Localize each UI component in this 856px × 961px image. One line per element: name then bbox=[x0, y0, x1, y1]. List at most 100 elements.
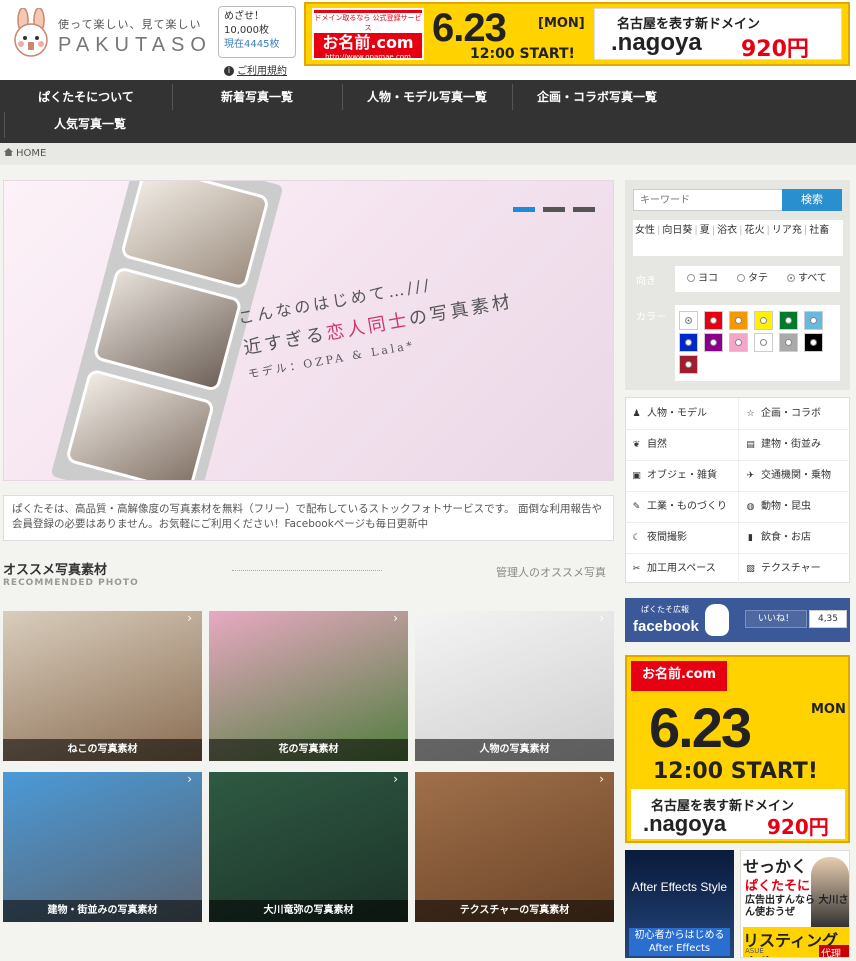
nav-item-people[interactable]: 人物・モデル写真一覧 bbox=[342, 82, 512, 112]
nav-item-about[interactable]: ぱくたそについて bbox=[0, 82, 172, 112]
tag-link[interactable]: 女性 bbox=[635, 225, 655, 236]
category-list: ♟ 人物・モデル ☆ 企画・コラボ ❦ 自然 ▤ 建物・街並み ▣ オブジェ・雑貨 ✈ 交通機関・乗物… bbox=[625, 397, 851, 584]
color-swatch[interactable] bbox=[679, 311, 698, 330]
category-item[interactable]: ▣ オブジェ・雑貨 bbox=[632, 460, 717, 491]
color-swatch[interactable] bbox=[679, 333, 698, 352]
photo-tile[interactable]: 大川竜弥の写真素材 › bbox=[209, 772, 408, 922]
home-icon bbox=[4, 148, 13, 156]
radio-icon bbox=[760, 317, 767, 324]
category-item[interactable]: ✎ 工業・ものづくり bbox=[632, 491, 727, 522]
color-swatch[interactable] bbox=[679, 355, 698, 374]
listing-ad-line2: ぱくたそに bbox=[745, 879, 811, 894]
tag-link[interactable]: 浴衣 bbox=[717, 225, 737, 236]
nav-item-popular[interactable]: 人気写真一覧 bbox=[4, 109, 176, 139]
search-input[interactable] bbox=[633, 189, 783, 211]
terms-link[interactable]: i ご利用規約 bbox=[224, 62, 287, 77]
radio-icon bbox=[810, 317, 817, 324]
breadcrumb-home[interactable]: HOME bbox=[16, 148, 46, 159]
listing-ad[interactable]: せっかく ぱくたそに 広告出すんなら 大川さん使おうぜ リスティング広告 ASU… bbox=[740, 850, 850, 958]
category-item[interactable]: ❦ 自然 bbox=[632, 429, 667, 460]
facebook-widget[interactable]: ぱくたそ広報 facebook いいね！ 4,35 bbox=[625, 598, 850, 642]
side-ad-start: 12:00 START! bbox=[653, 759, 818, 784]
chevron-right-icon: › bbox=[599, 611, 604, 625]
slider-dot[interactable] bbox=[543, 207, 565, 212]
category-item[interactable]: ✂ 加工用スペース bbox=[632, 553, 716, 584]
radio-icon bbox=[685, 361, 692, 368]
photo-tile[interactable]: ねこの写真素材 › bbox=[3, 611, 202, 761]
photo-tile[interactable]: 花の写真素材 › bbox=[209, 611, 408, 761]
breadcrumb: HOME bbox=[0, 143, 856, 165]
wrench-icon: ✎ bbox=[632, 502, 641, 512]
color-label: カラー bbox=[636, 312, 666, 323]
cup-icon: ▮ bbox=[748, 533, 753, 543]
ae-ad-sub2: After Effects bbox=[648, 943, 711, 954]
top-banner-ad[interactable]: ドメイン取るなら 公式登録サービス お名前.com http://www.ona… bbox=[304, 2, 850, 66]
category-divider bbox=[626, 491, 851, 492]
slider-dot[interactable] bbox=[513, 207, 535, 212]
side-ad-weekday: MON bbox=[811, 702, 846, 717]
tag-link[interactable]: 社畜 bbox=[809, 225, 829, 236]
ae-ad-title: After Effects Style bbox=[631, 880, 728, 894]
chevron-right-icon: › bbox=[599, 772, 604, 786]
orientation-option[interactable]: タテ bbox=[737, 266, 768, 292]
color-swatch[interactable] bbox=[729, 333, 748, 352]
nav-item-new[interactable]: 新着写真一覧 bbox=[172, 82, 342, 112]
nav-item-collab[interactable]: 企画・コラボ写真一覧 bbox=[512, 82, 682, 112]
side-ad-domain: .nagoya bbox=[643, 811, 727, 836]
category-item[interactable]: ▤ 建物・街並み bbox=[746, 429, 821, 460]
hero-slider[interactable]: こんなのはじめて…/// 近すぎる恋人同士の写真素材 モデル：OZPA & La… bbox=[3, 180, 614, 481]
tag-link[interactable]: 花火 bbox=[745, 225, 765, 236]
radio-icon bbox=[685, 339, 692, 346]
category-item[interactable]: ☆ 企画・コラボ bbox=[746, 398, 821, 429]
category-item[interactable]: ☾ 夜間撮影 bbox=[632, 522, 687, 553]
tag-link[interactable]: 夏 bbox=[700, 225, 710, 236]
category-item[interactable]: ◍ 動物・昆虫 bbox=[746, 491, 811, 522]
slider-dot[interactable] bbox=[573, 207, 595, 212]
orientation-option-label: すべて bbox=[798, 273, 827, 284]
orientation-option[interactable]: ヨコ bbox=[687, 266, 718, 292]
photo-tile[interactable]: テクスチャーの写真素材 › bbox=[415, 772, 614, 922]
category-item[interactable]: ▮ 飲食・お店 bbox=[746, 522, 811, 553]
color-swatch[interactable] bbox=[804, 333, 823, 352]
orientation-option[interactable]: すべて bbox=[787, 266, 827, 292]
after-effects-ad[interactable]: After Effects Style 初心者からはじめる After Effe… bbox=[625, 850, 734, 958]
photo-tile[interactable]: 人物の写真素材 › bbox=[415, 611, 614, 761]
tag-link[interactable]: リア充 bbox=[772, 225, 802, 236]
color-swatch[interactable] bbox=[704, 311, 723, 330]
color-swatch[interactable] bbox=[779, 333, 798, 352]
radio-icon bbox=[810, 339, 817, 346]
radio-icon bbox=[737, 274, 745, 282]
building-icon: ▤ bbox=[746, 440, 755, 450]
site-brand-name: PAKUTASO bbox=[58, 34, 212, 56]
admin-recommend-link[interactable]: 管理人のオススメ写真 bbox=[496, 564, 606, 580]
ae-ad-sub1: 初心者からはじめる bbox=[634, 930, 725, 941]
site-logo[interactable]: 使って楽しい、見て楽しい PAKUTASO bbox=[8, 8, 208, 62]
radio-icon bbox=[685, 317, 692, 324]
search-button[interactable]: 検索 bbox=[782, 189, 842, 211]
star-icon: ☆ bbox=[746, 409, 755, 419]
category-item[interactable]: ▧ テクスチャー bbox=[746, 553, 820, 584]
photo-tile-caption: 建物・街並みの写真素材 bbox=[3, 900, 202, 922]
photo-counter: めざせ！ 10,000枚 現在4445枚 bbox=[218, 6, 296, 58]
tag-link[interactable]: 向日葵 bbox=[662, 225, 692, 236]
color-swatch[interactable] bbox=[754, 311, 773, 330]
photo-tile[interactable]: 建物・街並みの写真素材 › bbox=[3, 772, 202, 922]
globe-icon: ◍ bbox=[746, 502, 755, 512]
facebook-like-count: 4,35 bbox=[809, 610, 847, 628]
banner-start: 12:00 START! bbox=[470, 46, 575, 62]
sidebar-banner-ad[interactable]: お名前.com 6.23 MON 12:00 START! 名古屋を表す新ドメイ… bbox=[625, 655, 850, 843]
color-swatch[interactable] bbox=[754, 333, 773, 352]
person-icon: ♟ bbox=[632, 409, 641, 419]
category-item[interactable]: ✈ 交通機関・乗物 bbox=[746, 460, 831, 491]
listing-ad-line6: 代理店 bbox=[819, 945, 849, 957]
color-swatch[interactable] bbox=[729, 311, 748, 330]
color-swatch[interactable] bbox=[779, 311, 798, 330]
listing-ad-line1: せっかく bbox=[743, 857, 808, 876]
color-swatch[interactable] bbox=[704, 333, 723, 352]
plane-icon: ✈ bbox=[746, 471, 755, 481]
facebook-like-button[interactable]: いいね！ bbox=[745, 610, 807, 628]
radio-icon bbox=[785, 339, 792, 346]
category-item[interactable]: ♟ 人物・モデル bbox=[632, 398, 707, 429]
slide-photo bbox=[92, 265, 243, 393]
color-swatch[interactable] bbox=[804, 311, 823, 330]
